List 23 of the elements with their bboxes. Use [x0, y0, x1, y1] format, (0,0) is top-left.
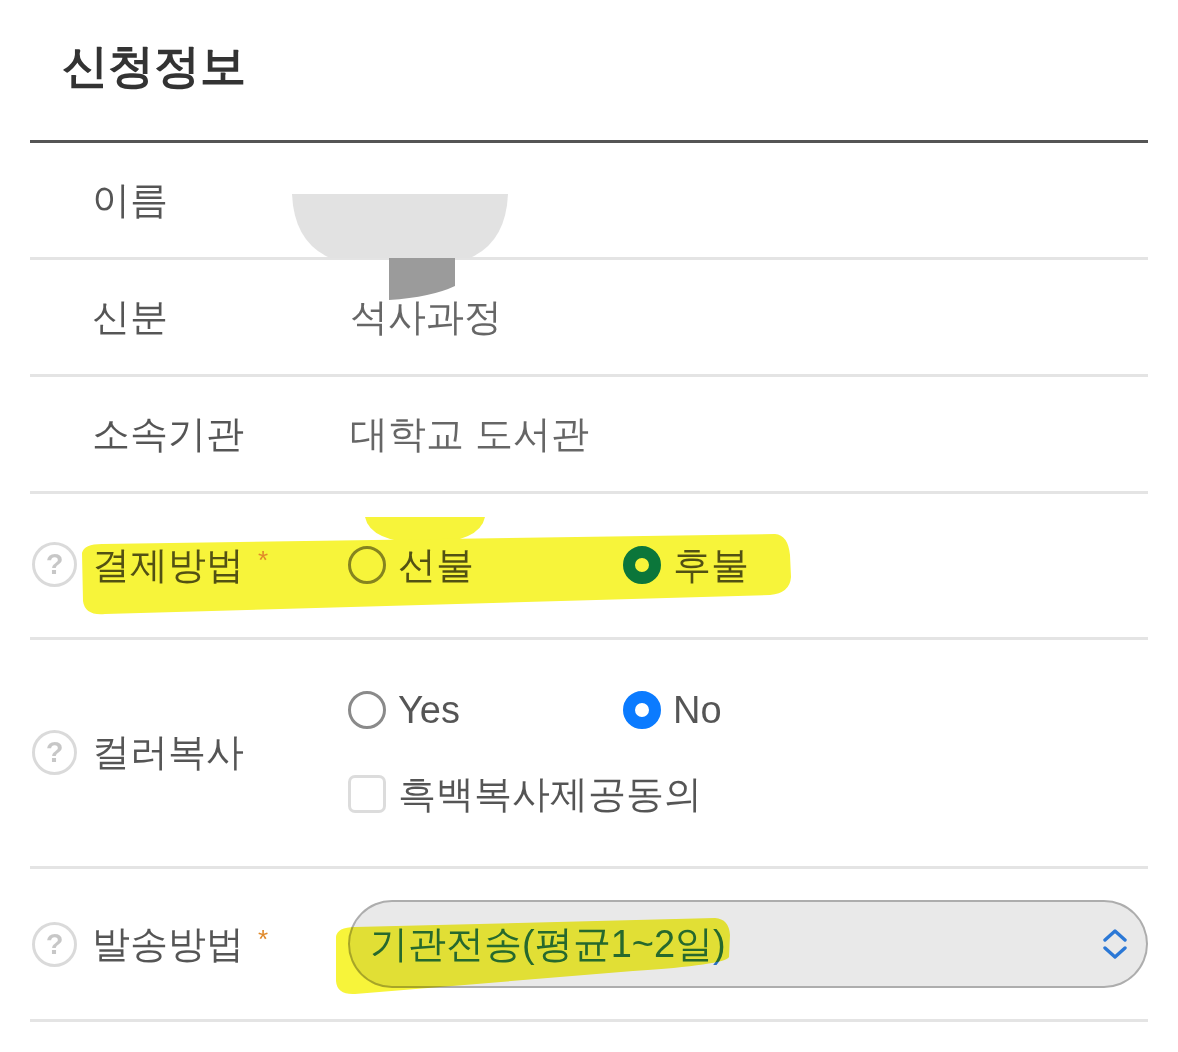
section-title: 신청정보	[62, 40, 246, 92]
radio-button[interactable]	[623, 545, 661, 584]
dropdown-select[interactable]: 기관전송(평균1~2일)	[348, 900, 1148, 988]
radio-button[interactable]	[348, 691, 386, 729]
field-label: 신분	[92, 295, 168, 339]
field-label: 결제방법	[92, 542, 244, 587]
required-mark: *	[258, 926, 269, 952]
field-label: 발송방법	[92, 922, 244, 966]
option-label[interactable]: 선불	[398, 542, 474, 587]
option-label[interactable]: 후불	[673, 542, 749, 587]
field-label: 컬러복사	[92, 730, 244, 774]
field-label: 이름	[92, 178, 168, 222]
checkbox[interactable]	[348, 775, 386, 813]
option-label[interactable]: No	[673, 688, 722, 732]
field-value: 석사과정	[350, 295, 502, 339]
required-mark: *	[258, 546, 269, 573]
option-label[interactable]: Yes	[398, 688, 460, 732]
field-value: 대학교 도서관	[350, 412, 589, 456]
field-label: 소속기관	[92, 412, 244, 456]
chevron-updown-icon	[1102, 929, 1128, 959]
checkbox-label[interactable]: 흑백복사제공동의	[398, 772, 702, 816]
radio-button[interactable]	[623, 691, 661, 729]
radio-button[interactable]	[348, 545, 386, 584]
